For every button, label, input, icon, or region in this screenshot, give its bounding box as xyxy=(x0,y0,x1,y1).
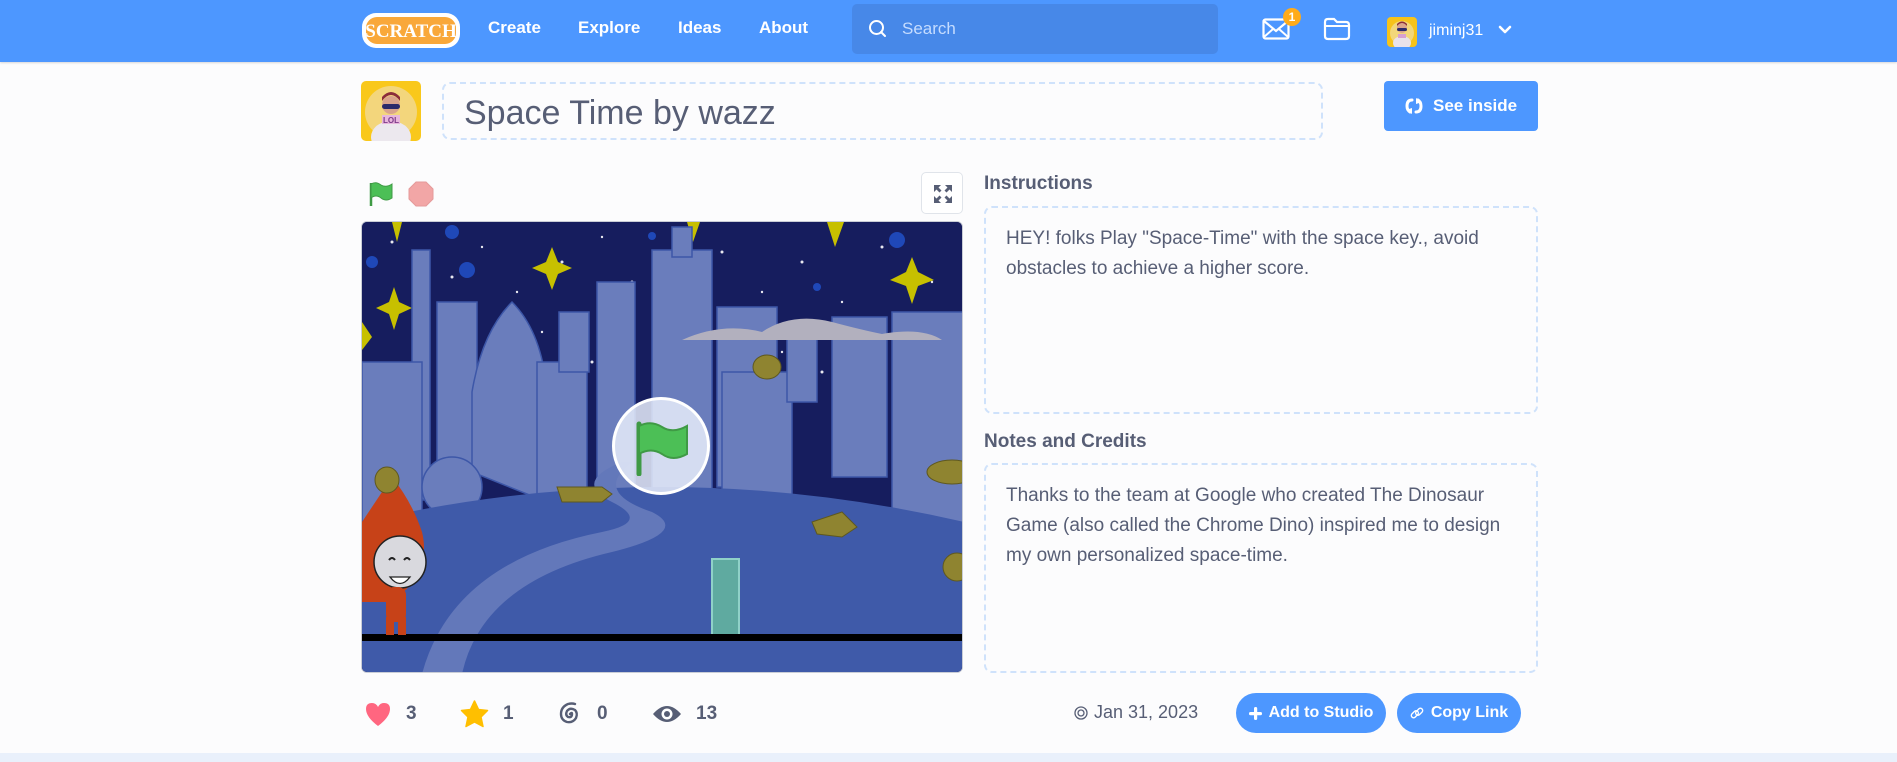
green-flag-button[interactable] xyxy=(368,181,394,212)
nav-explore[interactable]: Explore xyxy=(578,18,640,38)
share-date: Jan 31, 2023 xyxy=(1074,702,1198,723)
copy-link-label: Copy Link xyxy=(1430,704,1509,721)
project-author-avatar[interactable]: LOL xyxy=(361,81,421,141)
plus-icon xyxy=(1248,706,1262,720)
link-icon xyxy=(1410,707,1424,719)
instructions-text: HEY! folks Play "Space-Time" with the sp… xyxy=(1006,228,1479,279)
search-icon xyxy=(869,20,886,37)
project-title: Space Time by wazz xyxy=(464,94,776,132)
instructions-label: Instructions xyxy=(984,173,1093,194)
stop-sign-icon xyxy=(408,181,434,207)
messages-count-badge: 1 xyxy=(1283,8,1301,26)
page-footer-edge xyxy=(0,753,1897,762)
svg-text:SCRATCH: SCRATCH xyxy=(365,21,457,42)
project-stage[interactable] xyxy=(361,221,963,673)
green-flag-icon xyxy=(369,182,393,206)
remix-arrows-icon xyxy=(1405,98,1423,114)
eye-icon xyxy=(653,706,681,722)
add-to-studio-button[interactable]: Add to Studio xyxy=(1236,693,1386,733)
top-navigation-bar: SCRATCH Create Explore Ideas About 1 xyxy=(0,0,1897,62)
green-flag-icon xyxy=(636,421,688,476)
search-input[interactable] xyxy=(902,16,1202,42)
search-bar[interactable] xyxy=(852,4,1218,54)
nav-ideas[interactable]: Ideas xyxy=(678,18,721,38)
chevron-down-icon[interactable] xyxy=(1498,25,1512,35)
copy-link-button[interactable]: Copy Link xyxy=(1397,693,1521,733)
remix-stat: 0 xyxy=(557,700,608,728)
username[interactable]: jiminj31 xyxy=(1429,22,1483,40)
notes-credits-box[interactable]: Thanks to the team at Google who created… xyxy=(984,463,1538,673)
nav-about[interactable]: About xyxy=(759,18,808,38)
remix-count: 0 xyxy=(597,703,608,724)
svg-text:LOL: LOL xyxy=(383,116,399,125)
start-overlay-button[interactable] xyxy=(612,397,710,495)
love-count: 3 xyxy=(406,703,417,724)
my-stuff-button[interactable] xyxy=(1323,17,1351,46)
scratch-logo[interactable]: SCRATCH xyxy=(361,12,461,49)
notes-credits-text: Thanks to the team at Google who created… xyxy=(1006,485,1501,566)
see-inside-button[interactable]: See inside xyxy=(1384,81,1538,131)
heart-icon xyxy=(366,703,390,726)
views-stat: 13 xyxy=(652,700,717,728)
stop-button[interactable] xyxy=(408,181,434,212)
notes-credits-label: Notes and Credits xyxy=(984,431,1147,452)
share-date-text: Jan 31, 2023 xyxy=(1094,702,1199,722)
add-to-studio-label: Add to Studio xyxy=(1268,704,1374,721)
see-inside-label: See inside xyxy=(1433,96,1518,115)
favorite-stat[interactable]: 1 xyxy=(460,700,514,728)
love-stat[interactable]: 3 xyxy=(364,700,417,728)
star-icon xyxy=(460,700,489,728)
remix-spiral-icon xyxy=(559,702,578,724)
nav-create[interactable]: Create xyxy=(488,18,541,38)
project-title-field[interactable]: Space Time by wazz xyxy=(442,82,1323,140)
fullscreen-button[interactable] xyxy=(921,172,963,214)
folder-icon xyxy=(1323,17,1351,41)
date-spiral-icon xyxy=(1074,705,1088,720)
user-avatar[interactable] xyxy=(1387,17,1417,47)
favorite-count: 1 xyxy=(503,703,514,724)
expand-icon xyxy=(934,185,952,203)
instructions-box[interactable]: HEY! folks Play "Space-Time" with the sp… xyxy=(984,206,1538,414)
views-count: 13 xyxy=(696,703,718,724)
